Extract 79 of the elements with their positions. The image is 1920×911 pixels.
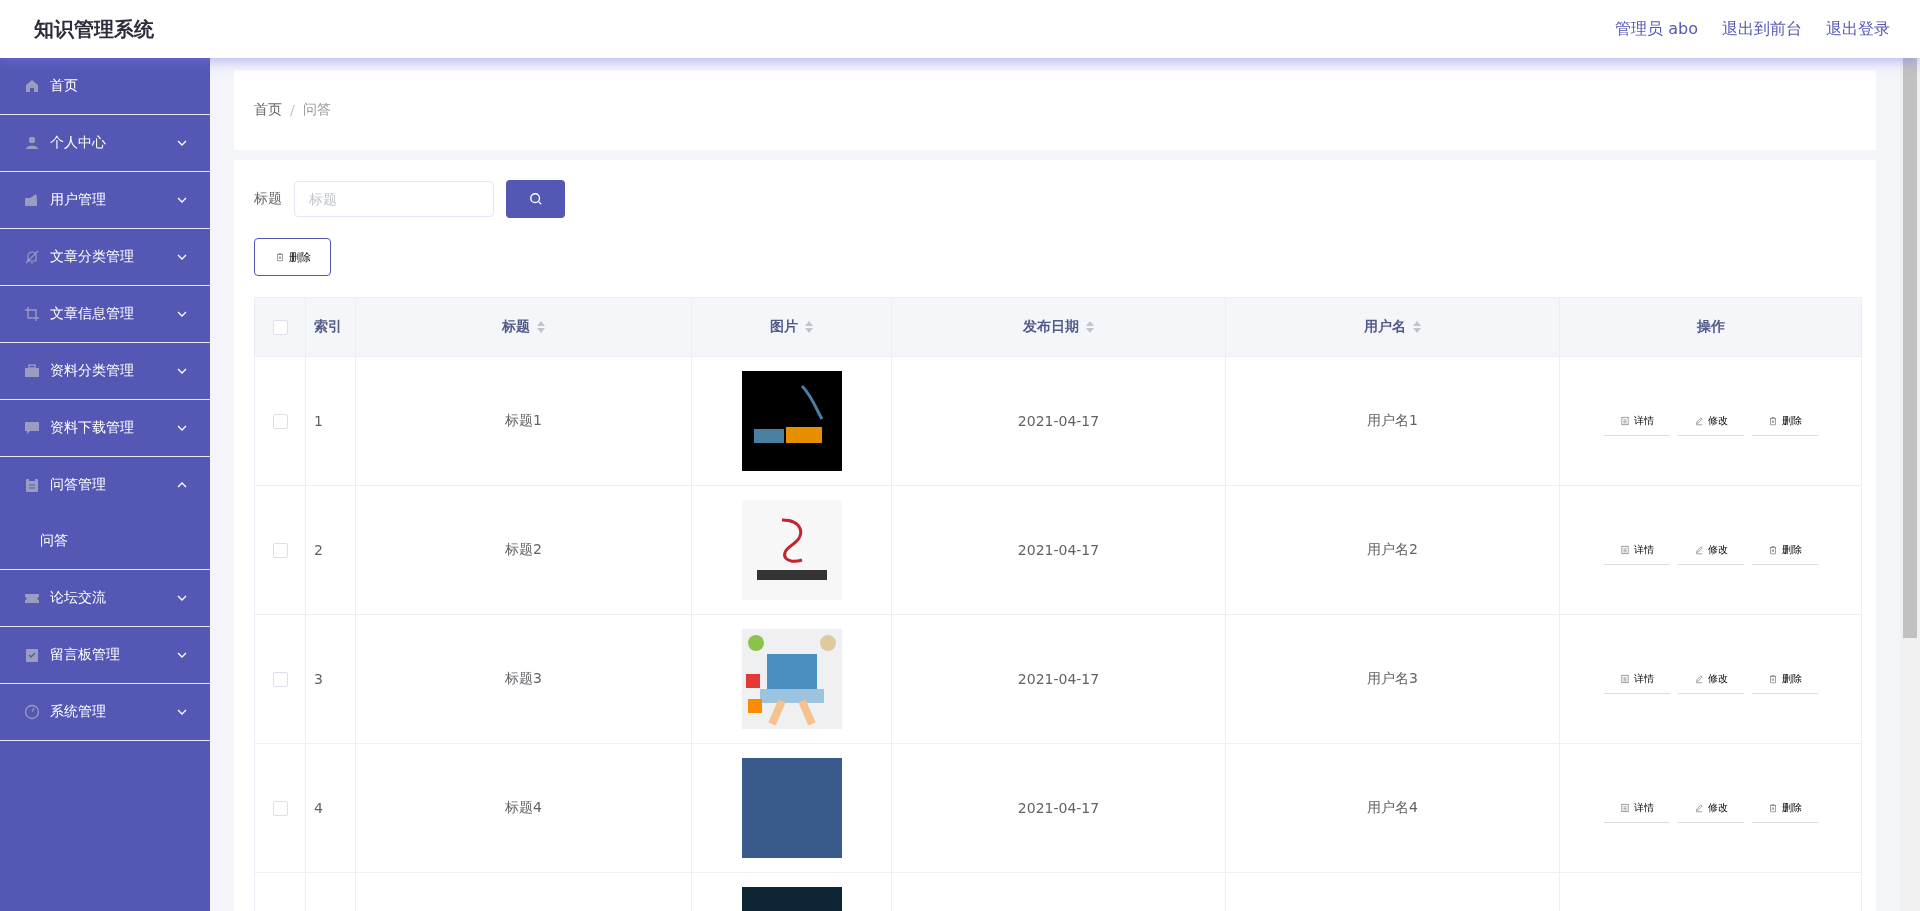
sidebar-item[interactable]: 系统管理 xyxy=(0,684,210,741)
table-cell: 2021-04-17 xyxy=(1017,800,1100,816)
sidebar-item[interactable]: 首页 xyxy=(0,58,210,115)
table-cell: 标题2 xyxy=(505,541,542,557)
sidebar-item[interactable]: 个人中心 xyxy=(0,115,210,172)
trash-icon xyxy=(1767,544,1778,555)
table-cell: 2 xyxy=(314,542,323,558)
menu-icon xyxy=(24,477,40,493)
breadcrumb-item: 问答 xyxy=(302,101,331,119)
pencil-icon xyxy=(1693,802,1704,813)
menu-icon xyxy=(24,704,40,720)
column-header[interactable]: 标题 xyxy=(355,297,692,357)
sidebar-item[interactable]: 文章分类管理 xyxy=(0,229,210,286)
trash-icon xyxy=(1767,415,1778,426)
search-field[interactable]: 标题 xyxy=(294,181,494,217)
menu-icon xyxy=(24,647,40,663)
search-label: 标题 xyxy=(254,190,282,208)
delete-button[interactable]: 删除 xyxy=(254,238,331,276)
sort-icon[interactable] xyxy=(1084,320,1095,334)
sort-icon[interactable] xyxy=(535,320,546,334)
row-checkbox[interactable] xyxy=(272,672,288,688)
header-link[interactable]: 退出登录 xyxy=(1826,18,1890,40)
menu-icon xyxy=(24,306,40,322)
table-cell: 2021-04-17 xyxy=(1017,542,1100,558)
trash-icon xyxy=(1767,673,1778,684)
sidebar-item[interactable]: 资料分类管理 xyxy=(0,343,210,400)
table-cell: 3 xyxy=(314,671,323,687)
select-all-checkbox[interactable] xyxy=(272,320,288,336)
table-cell: 标题3 xyxy=(505,670,542,686)
scrollbar[interactable] xyxy=(1900,58,1920,911)
table-cell: 用户名3 xyxy=(1367,670,1418,686)
menu-icon xyxy=(24,420,40,436)
trash-icon xyxy=(274,252,285,262)
row-checkbox[interactable] xyxy=(272,414,288,430)
row-checkbox[interactable] xyxy=(272,801,288,817)
document-icon xyxy=(1619,544,1630,555)
sidebar-item[interactable]: 文章信息管理 xyxy=(0,286,210,343)
sidebar-item[interactable]: 留言板管理 xyxy=(0,627,210,684)
column-header[interactable]: 图片 xyxy=(691,297,892,357)
pencil-icon xyxy=(1693,673,1704,684)
sidebar-item[interactable]: 问答管理 xyxy=(0,457,210,513)
sidebar-item[interactable]: 资料下载管理 xyxy=(0,400,210,457)
column-header[interactable]: 用户名 xyxy=(1225,297,1560,357)
table-cell: 4 xyxy=(314,800,323,816)
column-header: 操作 xyxy=(1559,297,1862,357)
table-cell: 2021-04-17 xyxy=(1017,413,1100,429)
table-cell: 用户名1 xyxy=(1367,412,1418,428)
header-link[interactable]: 管理员 abo xyxy=(1615,18,1698,40)
sort-icon[interactable] xyxy=(803,320,814,334)
document-icon xyxy=(1619,802,1630,813)
menu-icon xyxy=(24,135,40,151)
menu-icon xyxy=(24,249,40,265)
table-cell: 用户名2 xyxy=(1367,541,1418,557)
search-icon xyxy=(528,192,543,206)
pencil-icon xyxy=(1693,544,1704,555)
menu-icon xyxy=(24,192,40,208)
menu-icon xyxy=(24,363,40,379)
document-icon xyxy=(1619,673,1630,684)
header-link[interactable]: 退出到前台 xyxy=(1722,18,1802,40)
table-cell: 1 xyxy=(314,413,323,429)
sidebar-item[interactable]: 用户管理 xyxy=(0,172,210,229)
sort-icon[interactable] xyxy=(1411,320,1422,334)
table-cell: 标题1 xyxy=(505,412,542,428)
breadcrumb-separator: / xyxy=(290,102,295,118)
column-header[interactable]: 发布日期 xyxy=(891,297,1226,357)
table-cell: 标题4 xyxy=(505,799,542,815)
document-icon xyxy=(1619,415,1630,426)
sidebar-subitem[interactable]: 问答 xyxy=(0,513,210,569)
menu-icon xyxy=(24,78,40,94)
column-header: 索引 xyxy=(305,297,356,357)
row-checkbox[interactable] xyxy=(272,543,288,559)
table-cell: 2021-04-17 xyxy=(1017,671,1100,687)
search-button[interactable] xyxy=(506,180,565,218)
app-title: 知识管理系统 xyxy=(34,15,154,43)
table-cell: 用户名4 xyxy=(1367,799,1418,815)
sidebar-item[interactable]: 论坛交流 xyxy=(0,570,210,627)
trash-icon xyxy=(1767,802,1778,813)
pencil-icon xyxy=(1693,415,1704,426)
breadcrumb-item[interactable]: 首页 xyxy=(254,101,282,119)
